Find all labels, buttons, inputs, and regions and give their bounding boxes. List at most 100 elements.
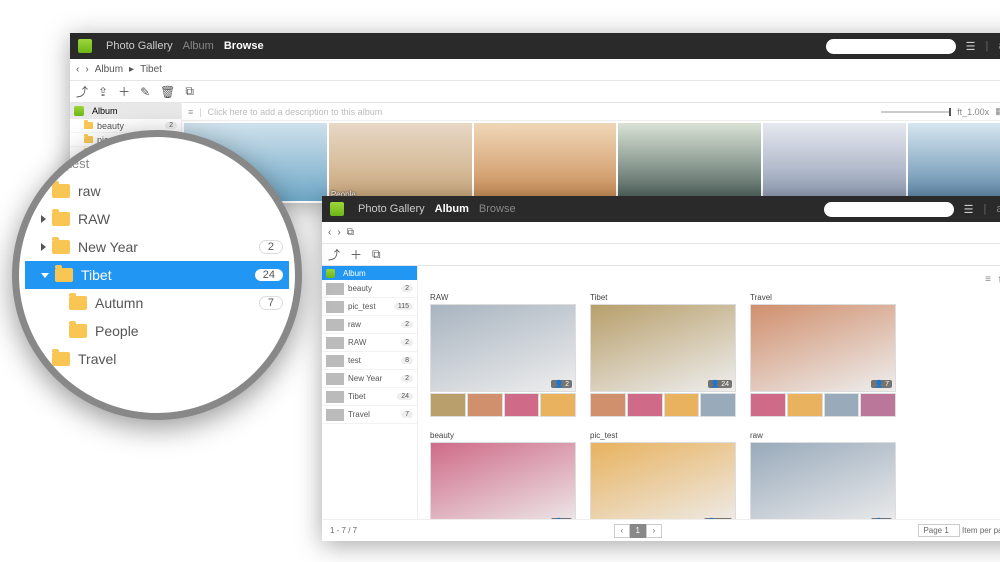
- count-badge: 24: [397, 393, 413, 400]
- description-bar: ≡ | Click here to add a description to t…: [182, 103, 1000, 121]
- sidebar-item-label: raw: [348, 320, 361, 329]
- album-card[interactable]: Tibet 👤 24: [590, 293, 736, 417]
- sidebar-item[interactable]: pic_test115: [322, 298, 417, 316]
- album-root-icon: [326, 269, 335, 278]
- count-badge: 2: [401, 285, 413, 292]
- collapse-icon[interactable]: [41, 273, 49, 278]
- thumb-icon: [326, 373, 344, 385]
- album-count: 👤 24: [708, 380, 732, 388]
- sidebar-item[interactable]: RAW2: [322, 334, 417, 352]
- share-icon[interactable]: ⤴: [76, 83, 88, 100]
- folder-icon: [52, 240, 70, 254]
- menu-icon[interactable]: ≡: [985, 274, 991, 289]
- app-title: Photo Gallery: [106, 40, 173, 52]
- upload-icon[interactable]: ⇪: [98, 85, 108, 99]
- add-icon[interactable]: ＋: [350, 246, 362, 263]
- thumb-icon: [326, 283, 344, 295]
- filter-icon[interactable]: ☰: [964, 203, 974, 216]
- count-badge: 2: [165, 122, 177, 129]
- back-icon[interactable]: ‹: [76, 64, 79, 75]
- count-badge: 8: [401, 357, 413, 364]
- album-card[interactable]: RAW👤 2: [430, 293, 576, 417]
- copy-icon[interactable]: ⧉: [372, 247, 381, 262]
- back-icon[interactable]: ‹: [328, 227, 331, 238]
- count-badge: 7: [401, 411, 413, 418]
- album-thumb: [664, 393, 700, 417]
- filter-icon[interactable]: ☰: [966, 40, 976, 53]
- nav-browse[interactable]: Browse: [479, 203, 516, 215]
- sidebar-item-label: test: [348, 356, 361, 365]
- nav-browse[interactable]: Browse: [224, 40, 264, 52]
- sidebar-item[interactable]: Travel 7: [322, 406, 417, 424]
- user-label[interactable]: admin: [996, 203, 1000, 215]
- search-input[interactable]: [824, 202, 954, 217]
- sidebar-item-label: RAW: [348, 338, 366, 347]
- photo[interactable]: [763, 123, 906, 201]
- sidebar-item-label: Travel: [348, 410, 370, 419]
- folder-icon: [69, 324, 87, 338]
- search-input[interactable]: [826, 39, 956, 54]
- sidebar-item[interactable]: beauty2: [322, 280, 417, 298]
- current-page-button[interactable]: 1: [630, 524, 646, 538]
- sidebar-item[interactable]: raw 2: [322, 316, 417, 334]
- nav-album[interactable]: Album: [435, 203, 469, 215]
- sidebar-header[interactable]: Album: [322, 266, 417, 280]
- folder-icon: [52, 352, 70, 366]
- prev-page-button[interactable]: ‹: [614, 524, 630, 538]
- tree-item[interactable]: New Year2: [25, 233, 289, 261]
- app-title: Photo Gallery: [358, 203, 425, 215]
- album-thumb: [700, 393, 736, 417]
- page-select[interactable]: Page 1: [918, 524, 959, 537]
- album-card[interactable]: pic_test👤 115: [590, 431, 736, 523]
- window-front: Photo Gallery Album Browse ☰ | admin ◑ ‹…: [322, 196, 1000, 541]
- album-thumb: [590, 393, 626, 417]
- add-icon[interactable]: ＋: [118, 83, 130, 100]
- sidebar-item-label: pic_test: [348, 302, 376, 311]
- photo[interactable]: [474, 123, 617, 201]
- breadcrumb-root[interactable]: Album: [95, 64, 123, 75]
- tab-button[interactable]: ⧉: [347, 227, 354, 238]
- expand-icon[interactable]: [41, 215, 46, 223]
- album-title: raw: [750, 431, 896, 440]
- sidebar-item[interactable]: New Year2: [322, 370, 417, 388]
- expand-icon[interactable]: [41, 243, 46, 251]
- photo[interactable]: [618, 123, 761, 201]
- folder-icon: [55, 268, 73, 282]
- next-page-button[interactable]: ›: [646, 524, 662, 538]
- description-input[interactable]: Click here to add a description to this …: [208, 107, 383, 117]
- album-thumb: [430, 393, 466, 417]
- edit-icon[interactable]: ✎: [140, 85, 150, 99]
- sidebar-item[interactable]: test 8: [322, 352, 417, 370]
- album-card[interactable]: raw 👤 2: [750, 431, 896, 523]
- menu-icon[interactable]: ≡: [188, 107, 193, 117]
- sidebar-item-label: New Year: [348, 374, 382, 383]
- album-thumb: [467, 393, 503, 417]
- count-badge: 2: [401, 321, 413, 328]
- sidebar-item[interactable]: Tibet24: [322, 388, 417, 406]
- forward-icon[interactable]: ›: [337, 227, 340, 238]
- breadcrumb-bar: ‹ › ⧉: [322, 222, 1000, 244]
- tree-item[interactable]: RAW: [25, 205, 289, 233]
- album-card[interactable]: beauty👤 2: [430, 431, 576, 523]
- share-icon[interactable]: ⤴: [328, 246, 340, 263]
- tree-item[interactable]: Tibet24: [25, 261, 289, 289]
- view-grid-icon[interactable]: ▦: [995, 106, 1000, 117]
- breadcrumb-current[interactable]: Tibet: [140, 64, 162, 75]
- album-card[interactable]: Travel👤 7: [750, 293, 896, 417]
- photo[interactable]: [908, 123, 1000, 201]
- copy-icon[interactable]: ⧉: [185, 84, 194, 99]
- delete-icon[interactable]: 🗑: [160, 85, 175, 99]
- breadcrumb-bar: ‹ › Album ▸ Tibet: [70, 59, 1000, 81]
- tree-item[interactable]: raw: [25, 177, 289, 205]
- tree-item[interactable]: Autumn7: [25, 289, 289, 317]
- album-cover: 👤 2: [750, 442, 896, 523]
- album-title: Tibet: [590, 293, 736, 302]
- tree-item[interactable]: Travel: [25, 345, 289, 373]
- photo[interactable]: People: [329, 123, 472, 201]
- forward-icon[interactable]: ›: [85, 64, 88, 75]
- nav-album[interactable]: Album: [183, 40, 214, 52]
- sidebar-header[interactable]: Album: [70, 103, 181, 119]
- tree-item[interactable]: People: [25, 317, 289, 345]
- album-thumb: [787, 393, 823, 417]
- zoom-slider[interactable]: [881, 111, 951, 113]
